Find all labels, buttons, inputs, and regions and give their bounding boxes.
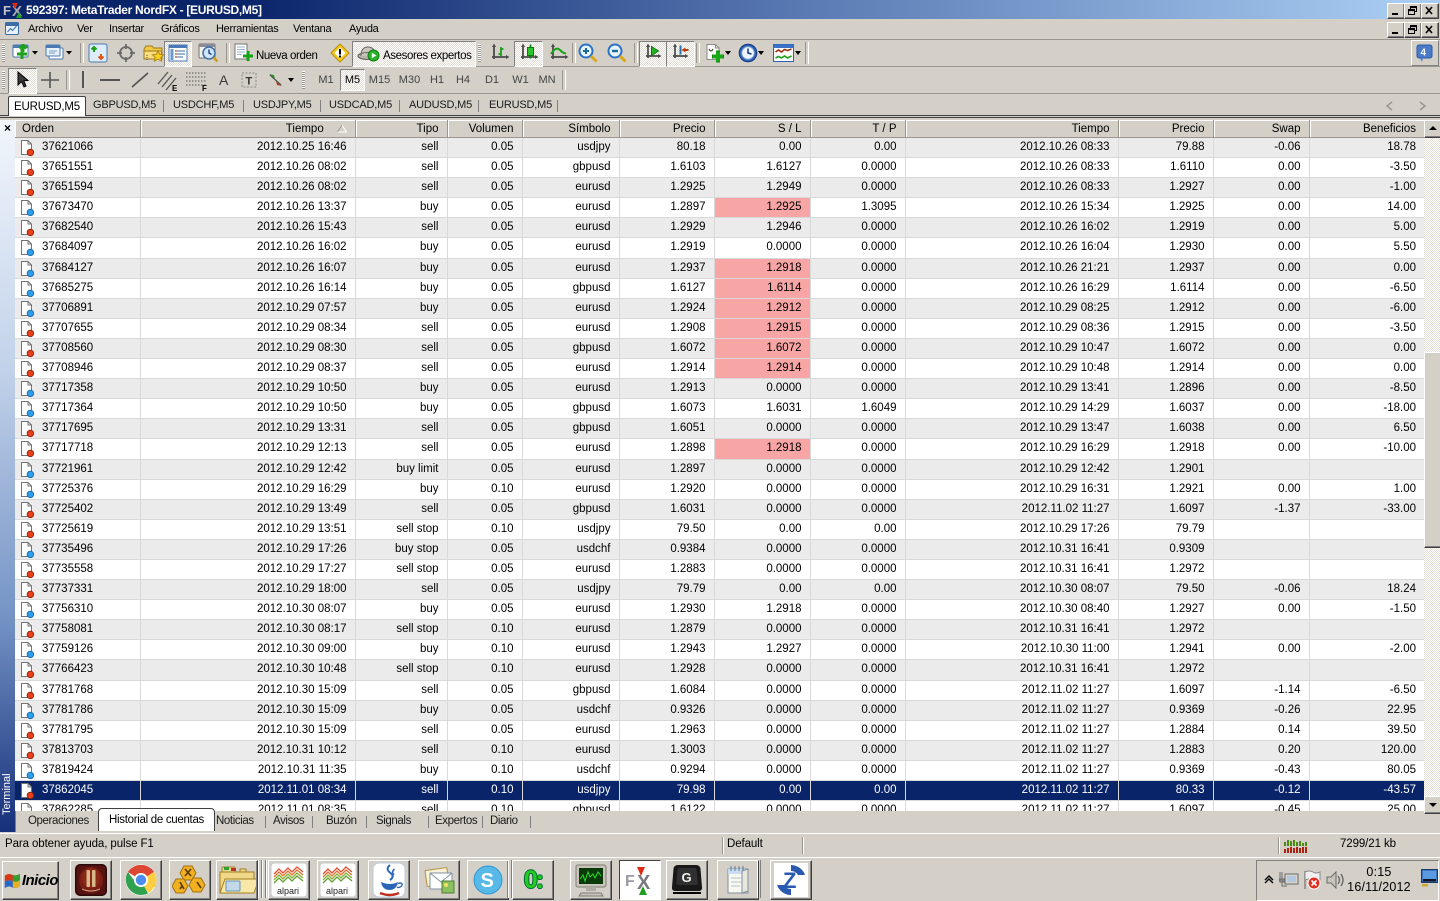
svg-text:F: F <box>625 873 635 890</box>
svg-text:G: G <box>682 870 692 885</box>
svg-text:F: F <box>202 84 207 92</box>
svg-text:F: F <box>3 3 11 18</box>
svg-text:T: T <box>246 76 253 88</box>
svg-text:4: 4 <box>1421 48 1427 59</box>
svg-text:alpari: alpari <box>277 886 299 896</box>
svg-text:E: E <box>172 84 178 92</box>
svg-text:alpari: alpari <box>326 886 348 896</box>
svg-text:Z: Z <box>783 868 796 893</box>
svg-text:S: S <box>481 870 494 892</box>
